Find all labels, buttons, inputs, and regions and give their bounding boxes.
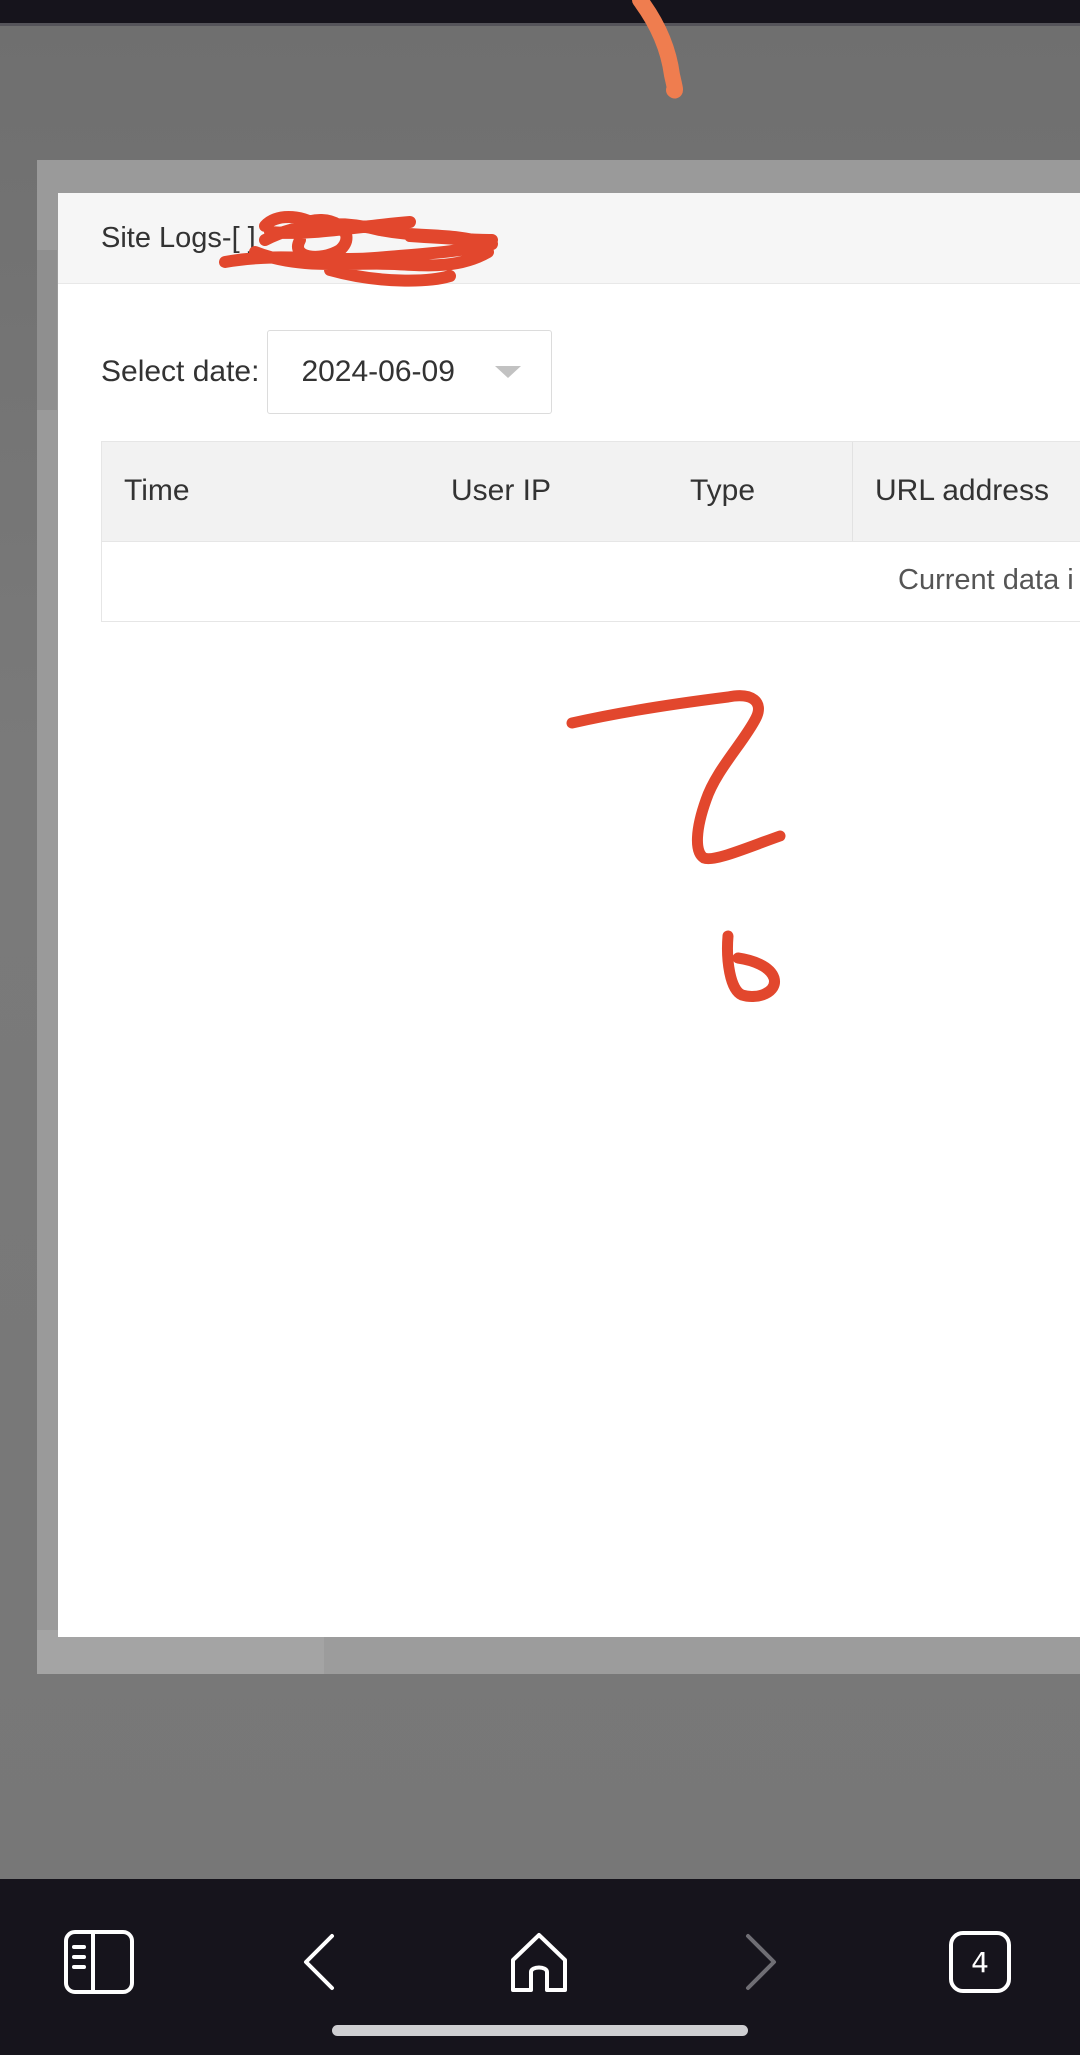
date-filter-row: Select date: 2024-06-09 [101, 330, 553, 414]
column-header-url-address[interactable]: URL address [875, 474, 1049, 508]
date-select[interactable]: 2024-06-09 [267, 330, 553, 414]
frame-band [37, 250, 57, 410]
sidebar-icon [64, 1930, 134, 1994]
tabs-button[interactable]: 4 [935, 1917, 1025, 2007]
back-button[interactable] [275, 1917, 365, 2007]
home-button[interactable] [494, 1917, 584, 2007]
date-select-value: 2024-06-09 [301, 355, 455, 388]
column-divider [852, 442, 853, 541]
table-empty-row: Current data i [102, 542, 1080, 621]
date-label: Select date: [101, 355, 260, 388]
column-header-user-ip[interactable]: User IP [451, 474, 551, 508]
empty-state-text: Current data i [898, 564, 1074, 596]
caret-down-icon [495, 366, 522, 378]
tab-count-badge: 4 [949, 1931, 1011, 1993]
chevron-left-icon [304, 1934, 334, 1990]
sidebar-button[interactable] [54, 1917, 144, 2007]
forward-button[interactable] [715, 1917, 805, 2007]
site-logs-dialog: Site Logs-[ ] Select date: 2024-06-09 Ti… [58, 193, 1080, 1637]
log-table: Time User IP Type URL address Current da… [101, 441, 1080, 622]
dialog-header: Site Logs-[ ] [58, 193, 1080, 284]
dialog-title: Site Logs-[ ] [101, 221, 256, 254]
column-header-time[interactable]: Time [124, 474, 190, 508]
home-indicator[interactable] [332, 2025, 748, 2036]
table-header: Time User IP Type URL address [102, 442, 1080, 542]
chevron-right-icon [746, 1934, 776, 1990]
top-status-strip [0, 0, 1080, 26]
home-icon [511, 1933, 567, 1992]
column-header-type[interactable]: Type [690, 474, 755, 508]
